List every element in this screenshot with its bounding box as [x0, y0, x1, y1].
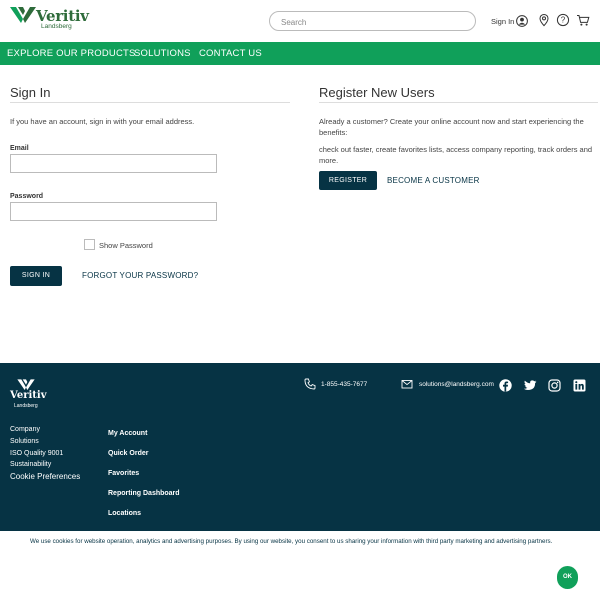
footer-link-my-account[interactable]: My Account [108, 430, 147, 437]
password-field[interactable] [11, 203, 216, 220]
site-header: Veritiv Landsberg Sign In ? [0, 0, 600, 42]
cookie-ok-button[interactable]: OK [557, 566, 578, 589]
sign-in-divider [10, 102, 290, 103]
main-nav: EXPLORE OUR PRODUCTS SOLUTIONS CONTACT U… [0, 42, 600, 65]
header-sign-in[interactable]: Sign In [491, 14, 529, 28]
footer-logo-wordmark: Veritiv [10, 390, 47, 401]
cookie-message: We use cookies for website operation, an… [30, 538, 553, 545]
linkedin-icon[interactable] [573, 379, 586, 392]
email-icon [401, 380, 413, 389]
become-customer-link[interactable]: BECOME A CUSTOMER [387, 176, 480, 185]
register-title: Register New Users [319, 85, 435, 100]
email-label: Email [10, 145, 29, 152]
footer-link-sustainability[interactable]: Sustainability [10, 461, 51, 468]
footer-link-cookie-preferences[interactable]: Cookie Preferences [10, 472, 80, 481]
phone-icon [304, 378, 316, 390]
register-divider [319, 102, 598, 103]
show-password-label: Show Password [99, 241, 153, 250]
footer-logo-v-mark-icon [17, 379, 35, 390]
search-input[interactable] [270, 13, 475, 32]
footer-link-company[interactable]: Company [10, 426, 40, 433]
footer-link-favorites[interactable]: Favorites [108, 470, 139, 477]
forgot-password-link[interactable]: FORGOT YOUR PASSWORD? [82, 271, 198, 280]
show-password-checkbox[interactable] [84, 239, 95, 250]
email-field[interactable] [11, 155, 216, 172]
footer-link-iso[interactable]: ISO Quality 9001 [10, 450, 63, 457]
password-label: Password [10, 193, 44, 200]
logo-subtitle: Landsberg [41, 23, 72, 30]
register-button[interactable]: REGISTER [319, 171, 377, 190]
sign-in-button[interactable]: SIGN IN [10, 266, 62, 286]
footer-link-solutions[interactable]: Solutions [10, 438, 39, 445]
nav-solutions[interactable]: SOLUTIONS [134, 48, 191, 59]
veritiv-logo[interactable]: Veritiv Landsberg [10, 5, 89, 31]
password-field-wrapper[interactable] [10, 202, 217, 221]
nav-contact-us[interactable]: CONTACT US [199, 48, 262, 59]
search-box[interactable] [269, 11, 476, 32]
location-pin-icon[interactable] [537, 13, 551, 27]
footer-link-locations[interactable]: Locations [108, 510, 141, 517]
instagram-icon[interactable] [548, 379, 561, 392]
svg-text:?: ? [561, 16, 566, 25]
footer-logo-subtitle: Landsberg [14, 403, 38, 409]
cart-icon[interactable] [576, 13, 590, 27]
twitter-icon[interactable] [524, 379, 537, 392]
facebook-icon[interactable] [499, 379, 512, 392]
register-intro: Already a customer? Create your online a… [319, 117, 584, 137]
cookie-banner: We use cookies for website operation, an… [0, 531, 600, 600]
footer-link-reporting-dashboard[interactable]: Reporting Dashboard [108, 490, 180, 497]
footer-phone[interactable]: 1-855-435-7677 [321, 381, 367, 388]
sign-in-intro: If you have an account, sign in with you… [10, 117, 195, 126]
sign-in-title: Sign In [10, 85, 51, 100]
logo-v-mark-icon [10, 7, 36, 23]
nav-explore-products[interactable]: EXPLORE OUR PRODUCTS [7, 48, 136, 59]
register-benefits: check out faster, create favorites lists… [319, 145, 593, 165]
help-icon[interactable]: ? [556, 13, 570, 27]
email-field-wrapper[interactable] [10, 154, 217, 173]
header-sign-in-label: Sign In [491, 16, 515, 26]
footer-email[interactable]: solutions@landsberg.com [419, 381, 494, 388]
account-icon [516, 15, 529, 27]
footer-link-quick-order[interactable]: Quick Order [108, 450, 148, 457]
